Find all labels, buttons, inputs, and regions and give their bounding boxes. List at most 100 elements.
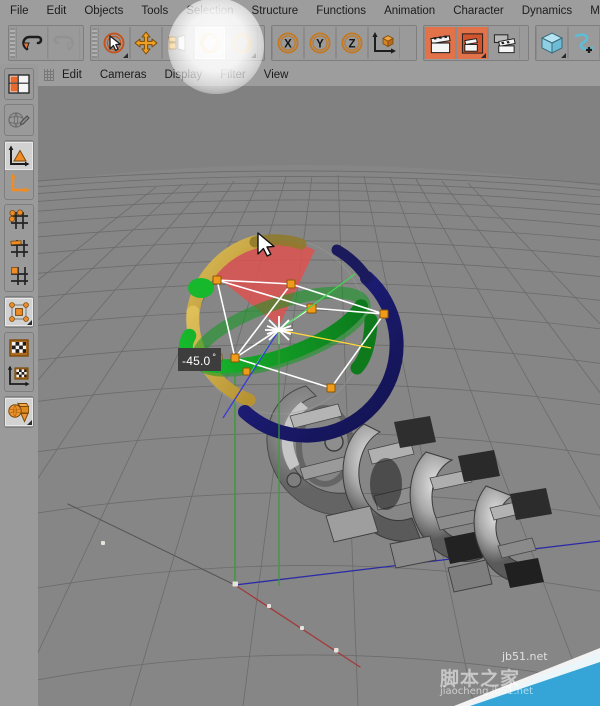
- toolbar-group-history: [8, 25, 84, 61]
- sidebar-group-make-editable: [4, 104, 34, 136]
- polygons-mode-icon: [11, 267, 28, 285]
- rotate-alt-tool-button[interactable]: [226, 27, 258, 59]
- world-axis-icon: [10, 173, 30, 193]
- sidebar-item-model[interactable]: [5, 298, 33, 326]
- axis-x-icon: X: [277, 32, 299, 54]
- render-settings-icon: [493, 33, 516, 53]
- main-toolbar: X Y Z: [0, 22, 600, 64]
- spline-pen-icon: [574, 33, 594, 53]
- toolbar-grip-icon[interactable]: [92, 28, 97, 58]
- viewport-menu-display[interactable]: Display: [164, 64, 202, 86]
- axis-x-button[interactable]: X: [272, 27, 304, 59]
- viewport-menu-edit[interactable]: Edit: [62, 64, 82, 86]
- viewport-3d[interactable]: -45.0 ° jb51.net 脚本之家 jiaocheng.jb51.net: [38, 86, 600, 706]
- svg-text:X: X: [284, 39, 292, 51]
- undo-icon: [22, 35, 43, 51]
- scale-tool-button[interactable]: [162, 27, 194, 59]
- menu-structure[interactable]: Structure: [252, 0, 299, 22]
- sidebar-item-primitives[interactable]: [5, 398, 33, 426]
- rotation-angle-value: -45.0: [182, 354, 211, 368]
- main-menu-bar: File Edit Objects Tools Selection Struct…: [0, 0, 600, 22]
- world-coordinates-button[interactable]: [368, 27, 400, 59]
- menu-dynamics[interactable]: Dynamics: [522, 0, 572, 22]
- render-view-icon: [429, 34, 451, 53]
- tool-options-triangle-icon[interactable]: [27, 420, 32, 425]
- sidebar-item-make-editable[interactable]: [5, 106, 33, 134]
- menu-tools[interactable]: Tools: [141, 0, 168, 22]
- rotate-tool-icon: [200, 33, 220, 53]
- left-tool-palette: [0, 64, 38, 706]
- cinema4d-window: File Edit Objects Tools Selection Struct…: [0, 0, 600, 706]
- redo-button[interactable]: [48, 27, 80, 59]
- edges-mode-icon: [10, 240, 28, 257]
- menu-animation[interactable]: Animation: [384, 0, 435, 22]
- object-axis-icon: [8, 145, 30, 167]
- tool-options-triangle-icon[interactable]: [481, 53, 486, 58]
- sidebar-item-polygons[interactable]: [5, 262, 33, 290]
- menu-functions[interactable]: Functions: [316, 0, 366, 22]
- layout-grid-icon: [8, 74, 30, 94]
- tool-options-triangle-icon[interactable]: [27, 320, 32, 325]
- sidebar-item-texture-axis[interactable]: [5, 362, 33, 390]
- menu-edit[interactable]: Edit: [47, 0, 67, 22]
- viewport-menu-bar: Edit Cameras Display Filter View: [38, 64, 600, 86]
- cube-primitive-button[interactable]: [536, 27, 568, 59]
- viewport-grip-icon[interactable]: [44, 69, 54, 81]
- sidebar-item-points[interactable]: [5, 206, 33, 234]
- texture-mode-icon: [9, 339, 29, 357]
- gizmo-band-p-cap-left: [188, 278, 214, 298]
- render-settings-button[interactable]: [488, 27, 520, 59]
- redo-icon: [53, 35, 74, 51]
- sidebar-item-world-axis[interactable]: [5, 170, 33, 198]
- rotate-tool-button[interactable]: [194, 27, 226, 59]
- axis-y-icon: Y: [309, 32, 331, 54]
- sidebar-item-layout[interactable]: [5, 70, 33, 98]
- rotation-angle-tooltip: -45.0 °: [178, 348, 222, 371]
- menu-selection[interactable]: Selection: [186, 0, 233, 22]
- toolbar-grip-icon[interactable]: [10, 28, 15, 58]
- sidebar-item-edges[interactable]: [5, 234, 33, 262]
- viewport-canvas: [38, 86, 600, 706]
- axis-z-icon: Z: [341, 32, 363, 54]
- toolbar-group-render: [423, 25, 529, 61]
- degree-symbol: °: [212, 352, 217, 362]
- sidebar-item-object-axis[interactable]: [5, 142, 33, 170]
- sidebar-group-primitives: [4, 396, 34, 428]
- axis-y-button[interactable]: Y: [304, 27, 336, 59]
- viewport-menu-view[interactable]: View: [264, 64, 289, 86]
- sidebar-group-layout: [4, 68, 34, 100]
- render-view-button[interactable]: [424, 27, 456, 59]
- tool-options-triangle-icon[interactable]: [123, 53, 128, 58]
- move-tool-icon: [134, 31, 158, 55]
- world-coordinates-icon: [372, 32, 396, 54]
- texture-axis-icon: [7, 365, 30, 387]
- menu-objects[interactable]: Objects: [84, 0, 123, 22]
- select-tool-button[interactable]: [98, 27, 130, 59]
- undo-button[interactable]: [16, 27, 48, 59]
- sidebar-item-texture[interactable]: [5, 334, 33, 362]
- sidebar-group-component-mode: [4, 204, 34, 292]
- toolbar-group-transform: [90, 25, 265, 61]
- render-region-icon: [461, 32, 483, 54]
- move-tool-button[interactable]: [130, 27, 162, 59]
- toolbar-group-create: [535, 25, 600, 61]
- sidebar-group-axis-mode: [4, 140, 34, 200]
- svg-text:Y: Y: [316, 39, 324, 51]
- svg-text:Z: Z: [348, 39, 355, 51]
- tool-options-triangle-icon[interactable]: [251, 53, 256, 58]
- menu-file[interactable]: File: [10, 0, 29, 22]
- menu-mograph[interactable]: MoGraph: [590, 0, 600, 22]
- render-region-button[interactable]: [456, 27, 488, 59]
- toolbar-group-axis-lock: X Y Z: [271, 25, 417, 61]
- points-mode-icon: [9, 209, 28, 229]
- sidebar-group-object-mode: [4, 296, 34, 328]
- tool-options-triangle-icon[interactable]: [561, 53, 566, 58]
- axis-z-button[interactable]: Z: [336, 27, 368, 59]
- sidebar-group-texture-mode: [4, 332, 34, 392]
- spline-pen-button[interactable]: [568, 27, 600, 59]
- scale-tool-icon: [168, 34, 186, 52]
- viewport-menu-cameras[interactable]: Cameras: [100, 64, 147, 86]
- viewport-menu-filter[interactable]: Filter: [220, 64, 246, 86]
- menu-character[interactable]: Character: [453, 0, 504, 22]
- make-editable-icon: [8, 112, 30, 128]
